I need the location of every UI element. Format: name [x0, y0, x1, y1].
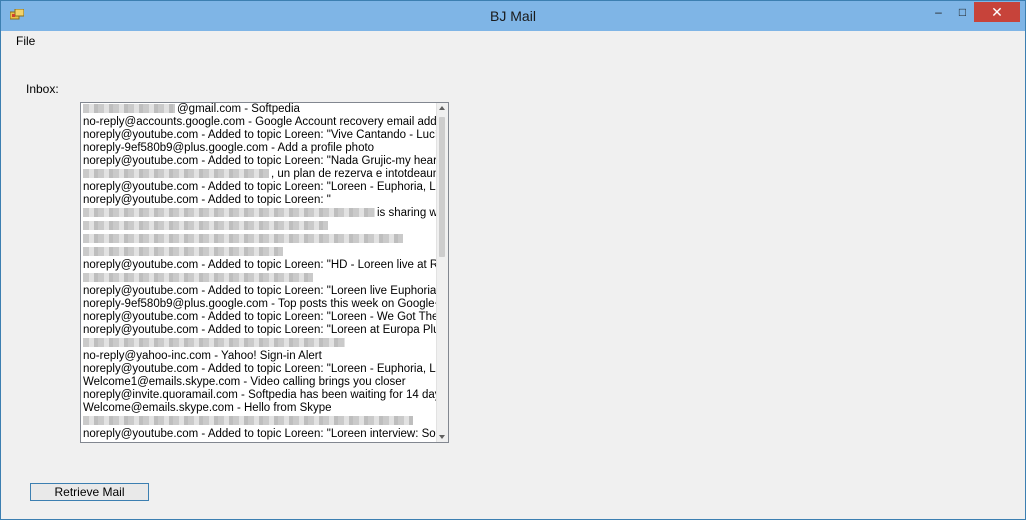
close-icon: ✕ — [991, 4, 1003, 20]
list-item-text: noreply@youtube.com - Added to topic Lor… — [83, 194, 331, 206]
scroll-down-icon[interactable] — [439, 435, 445, 439]
list-item-text: noreply@youtube.com - Added to topic Lor… — [83, 324, 437, 336]
vertical-scrollbar[interactable] — [436, 103, 448, 442]
list-item-text: noreply@youtube.com - Added to topic Lor… — [83, 311, 437, 323]
list-item[interactable]: noreply@youtube.com - Added to topic Lor… — [81, 155, 437, 168]
list-item-text: Welcome1@emails.skype.com - Video callin… — [83, 376, 406, 388]
maximize-icon: □ — [958, 5, 967, 19]
list-item[interactable]: is sharing wit — [81, 207, 437, 220]
title-bar[interactable]: BJ Mail – □ ✕ — [1, 1, 1025, 31]
list-item[interactable]: noreply@youtube.com - Added to topic Lor… — [81, 363, 437, 376]
list-item[interactable]: noreply-9ef580b9@plus.google.com - Top p… — [81, 298, 437, 311]
redacted-text — [83, 169, 269, 179]
list-item-text: noreply@invite.quoramail.com - Softpedia… — [83, 389, 437, 401]
client-area: Inbox: @gmail.com - Softpedia no-reply@ac… — [2, 51, 1024, 519]
list-item[interactable]: noreply@invite.quoramail.com - Softpedia… — [81, 389, 437, 402]
list-item[interactable]: no-reply@accounts.google.com - Google Ac… — [81, 116, 437, 129]
redacted-text — [83, 247, 283, 257]
list-item-text: noreply@youtube.com - Added to topic Lor… — [83, 155, 437, 167]
list-item-text: , un plan de rezerva e intotdeauna bi — [271, 168, 437, 180]
inbox-label: Inbox: — [26, 82, 59, 96]
list-item[interactable]: noreply@youtube.com - Added to topic Lor… — [81, 259, 437, 272]
redacted-text — [83, 208, 375, 218]
redacted-text — [83, 104, 175, 114]
list-item[interactable] — [81, 220, 437, 233]
list-item[interactable]: noreply@youtube.com - Added to topic Lor… — [81, 285, 437, 298]
list-item[interactable]: , un plan de rezerva e intotdeauna bi — [81, 168, 437, 181]
list-item-text: noreply-9ef580b9@plus.google.com - Add a… — [83, 142, 375, 154]
list-item[interactable]: @gmail.com - Softpedia — [81, 103, 437, 116]
minimize-icon: – — [935, 5, 942, 19]
window-title: BJ Mail — [490, 8, 536, 24]
list-item-text: noreply@youtube.com - Added to topic Lor… — [83, 181, 437, 193]
list-item-text: noreply@youtube.com - Added to topic Lor… — [83, 285, 437, 297]
redacted-text — [83, 234, 403, 244]
maximize-button[interactable]: □ — [949, 2, 976, 22]
list-item[interactable] — [81, 233, 437, 246]
list-item-text: noreply@youtube.com - Added to topic Lor… — [83, 259, 437, 271]
list-item-text: noreply@youtube.com - Added to topic Lor… — [83, 129, 437, 141]
redacted-text — [83, 221, 328, 231]
list-item-text: noreply@youtube.com - Added to topic Lor… — [83, 428, 437, 440]
list-item-text: no-reply@yahoo-inc.com - Yahoo! Sign-in … — [83, 350, 322, 362]
scroll-thumb[interactable] — [439, 117, 445, 257]
retrieve-mail-button[interactable]: Retrieve Mail — [30, 483, 149, 501]
menu-file[interactable]: File — [16, 34, 35, 48]
redacted-text — [83, 338, 345, 348]
app-window: BJ Mail – □ ✕ File Inbox: @gmail.com - S… — [0, 0, 1026, 520]
inbox-listbox[interactable]: @gmail.com - Softpedia no-reply@accounts.… — [80, 102, 449, 443]
list-item[interactable]: noreply@youtube.com - Added to topic Lor… — [81, 311, 437, 324]
list-item-text: noreply@youtube.com - Added to topic Lor… — [83, 363, 437, 375]
list-item[interactable] — [81, 337, 437, 350]
inbox-list[interactable]: @gmail.com - Softpedia no-reply@accounts.… — [81, 103, 437, 442]
menu-bar: File — [2, 31, 1024, 51]
list-item[interactable]: no-reply@yahoo-inc.com - Yahoo! Sign-in … — [81, 350, 437, 363]
list-item-text: noreply-9ef580b9@plus.google.com - Top p… — [83, 298, 437, 310]
list-item[interactable]: noreply@youtube.com - Added to topic Lor… — [81, 194, 437, 207]
list-item[interactable] — [81, 415, 437, 428]
minimize-button[interactable]: – — [925, 2, 952, 22]
scroll-up-icon[interactable] — [439, 106, 445, 110]
list-item-text: Welcome@emails.skype.com - Hello from Sk… — [83, 402, 332, 414]
list-item[interactable] — [81, 272, 437, 285]
list-item[interactable]: noreply@youtube.com - Added to topic Lor… — [81, 428, 437, 441]
close-button[interactable]: ✕ — [974, 2, 1020, 22]
redacted-text — [83, 273, 313, 283]
list-item-text: no-reply@accounts.google.com - Google Ac… — [83, 116, 437, 128]
list-item[interactable]: Welcome@emails.skype.com - Hello from Sk… — [81, 402, 437, 415]
list-item-text: is sharing wit — [377, 207, 437, 219]
list-item[interactable]: noreply-9ef580b9@plus.google.com - Add a… — [81, 142, 437, 155]
list-item[interactable]: noreply@youtube.com - Added to topic Lor… — [81, 324, 437, 337]
list-item[interactable]: noreply@youtube.com - Added to topic Lor… — [81, 129, 437, 142]
list-item[interactable] — [81, 246, 437, 259]
list-item[interactable]: Welcome1@emails.skype.com - Video callin… — [81, 376, 437, 389]
list-item-text: @gmail.com - Softpedia — [177, 103, 300, 115]
list-item[interactable]: noreply@youtube.com - Added to topic Lor… — [81, 181, 437, 194]
redacted-text — [83, 416, 413, 426]
